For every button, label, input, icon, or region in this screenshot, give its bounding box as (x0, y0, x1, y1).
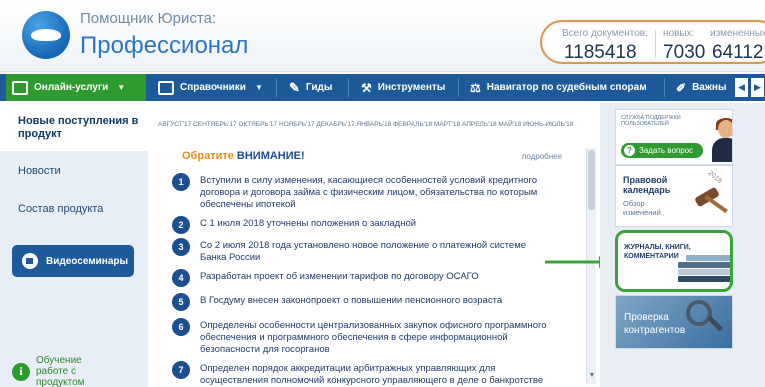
news-text: Вступили в силу изменения, касающиеся ос… (200, 175, 538, 210)
changed-docs-value: 64112 (712, 42, 764, 63)
nav-important-label: Важны (692, 82, 727, 93)
nav-guides[interactable]: ✎ Гиды (283, 74, 343, 101)
nav-court-navigator[interactable]: ⚖ Навигатор по судебным спорам (464, 74, 659, 101)
learning-link-label: Обучение работе с продуктом (36, 355, 85, 387)
learning-link[interactable]: i Обучение работе с продуктом (12, 355, 116, 387)
tools-icon: ⚒ (361, 80, 372, 95)
right-panel: СЛУЖБА ПОДДЕРЖКИ ПОЛЬЗОВАТЕЛЕЙ ? Задать … (600, 103, 765, 387)
nav-guides-label: Гиды (305, 82, 333, 93)
main-nav: Онлайн-услуги ▼ Справочники ▼ ✎ Гиды ⚒ И… (0, 74, 765, 101)
news-item[interactable]: 5 В Госдуму внесен законопроект о повыше… (172, 293, 552, 311)
book-icon (158, 80, 174, 95)
webinars-label: Видеосеминары (46, 255, 129, 267)
news-item[interactable]: 6 Определены особенности централизованны… (172, 318, 552, 356)
nav-reference-label: Справочники (180, 82, 246, 93)
news-item[interactable]: 3 Со 2 июля 2018 года установлено новое … (172, 238, 552, 264)
nav-important[interactable]: ✐ Важны (670, 74, 730, 101)
support-card[interactable]: СЛУЖБА ПОДДЕРЖКИ ПОЛЬЗОВАТЕЛЕЙ ? Задать … (615, 109, 733, 165)
news-text: Разработан проект об изменении тарифов п… (200, 271, 479, 282)
legal-calendar-subtitle: Обзор изменений (623, 199, 661, 217)
sidebar-item-product-contents[interactable]: Состав продукта (18, 203, 103, 215)
nav-online-services-label: Онлайн-услуги (34, 82, 109, 93)
nav-tools[interactable]: ⚒ Инструменты (355, 74, 455, 101)
sidebar: Новые поступления в продукт Новости Сост… (0, 103, 148, 387)
nav-reference[interactable]: Справочники ▼ (152, 74, 272, 101)
notice-prefix: Обратите (182, 150, 234, 162)
news-number: 2 (172, 216, 190, 234)
ask-question-label: Задать вопрос (639, 146, 694, 155)
app-header: Помощник Юриста: Профессионал Всего доку… (0, 0, 765, 72)
nav-divider (276, 78, 277, 97)
news-text: Со 2 июля 2018 года установлено новое по… (200, 240, 527, 263)
document-counter: Всего документов: 1185418 новых: 7030 из… (540, 20, 765, 64)
scales-icon: ⚖ (470, 80, 481, 95)
chevron-down-icon: ▼ (254, 83, 263, 92)
video-camera-icon (22, 253, 38, 269)
total-docs-label: Всего документов: (562, 28, 648, 39)
main-content: АВГУСТ'17 СЕНТЯБРЬ'17 ОКТЯБРЬ'17 НОЯБРЬ'… (152, 103, 598, 387)
nav-divider (458, 78, 459, 97)
magnifier-handle (706, 315, 724, 332)
news-text: Определен порядок аккредитации арбитражн… (200, 363, 544, 386)
nav-tools-label: Инструменты (377, 82, 446, 93)
news-item[interactable]: 1 Вступили в силу изменения, касающиеся … (172, 173, 552, 211)
nav-divider (664, 78, 665, 97)
more-link[interactable]: подробнее (522, 152, 562, 161)
news-item[interactable]: 4 Разработан проект об изменении тарифов… (172, 269, 552, 287)
nav-scroll-left-button[interactable]: ◀ (735, 78, 748, 97)
scroll-down-icon[interactable]: ▼ (587, 372, 597, 382)
webinars-button[interactable]: Видеосеминары (12, 245, 134, 277)
support-avatar (712, 118, 732, 162)
edit-icon: ✐ (676, 80, 687, 95)
counter-divider (655, 30, 656, 58)
brand-subtitle: Помощник Юриста: (80, 10, 217, 27)
nav-divider (348, 78, 349, 97)
total-docs-value: 1185418 (564, 42, 637, 63)
notice-heading: Обратите ВНИМАНИЕ! (182, 150, 305, 162)
logo-icon[interactable] (22, 11, 70, 59)
sidebar-item-new-arrivals[interactable]: Новые поступления в продукт (18, 115, 143, 141)
verify-counterparties-title: Проверка контрагентов (624, 312, 686, 336)
sidebar-item-news[interactable]: Новости (18, 165, 61, 177)
news-item[interactable]: 7 Определен порядок аккредитации арбитра… (172, 361, 552, 387)
new-docs-label: новых: (663, 28, 695, 39)
news-text: С 1 июля 2018 уточнены положения о закла… (200, 218, 417, 229)
new-docs-value: 7030 (663, 42, 706, 63)
news-text: Определены особенности централизованных … (200, 320, 547, 355)
question-icon: ? (624, 145, 635, 156)
legal-calendar-title: Правовой календарь (623, 175, 671, 195)
info-icon: i (12, 362, 30, 381)
news-number: 7 (172, 361, 190, 379)
news-number: 1 (172, 173, 190, 191)
news-number: 3 (172, 238, 190, 256)
nav-court-navigator-label: Навигатор по судебным спорам (486, 82, 647, 93)
changed-docs-label: измененных: (710, 28, 765, 39)
verify-counterparties-card[interactable]: Проверка контрагентов (615, 295, 733, 349)
news-number: 6 (172, 318, 190, 336)
nav-scroll-right-button[interactable]: ▶ (751, 78, 764, 97)
guide-icon: ✎ (289, 79, 300, 95)
chevron-down-icon: ▼ (117, 83, 126, 92)
legal-calendar-card[interactable]: Правовой календарь Обзор изменений 2018 (615, 165, 733, 227)
news-item[interactable]: 2 С 1 июля 2018 уточнены положения о зак… (172, 216, 552, 234)
news-number: 4 (172, 269, 190, 287)
month-tabs[interactable]: АВГУСТ'17 СЕНТЯБРЬ'17 ОКТЯБРЬ'17 НОЯБРЬ'… (158, 119, 594, 130)
support-label: СЛУЖБА ПОДДЕРЖКИ ПОЛЬЗОВАТЕЛЕЙ (621, 115, 681, 127)
news-text: В Госдуму внесен законопроект о повышени… (200, 295, 503, 306)
monitor-icon (12, 80, 28, 95)
nav-online-services[interactable]: Онлайн-услуги ▼ (6, 74, 146, 101)
books-icon (678, 255, 730, 287)
journals-card[interactable]: ЖУРНАЛЫ, КНИГИ, КОММЕНТАРИИ (615, 230, 733, 292)
news-number: 5 (172, 293, 190, 311)
scrollbar-thumb[interactable] (588, 150, 595, 210)
brand-title: Профессионал (80, 32, 249, 59)
ask-question-button[interactable]: ? Задать вопрос (621, 143, 703, 158)
notice-main: ВНИМАНИЕ! (236, 150, 305, 162)
gavel-icon: 2018 (693, 170, 729, 218)
calendar-year: 2018 (706, 169, 724, 186)
